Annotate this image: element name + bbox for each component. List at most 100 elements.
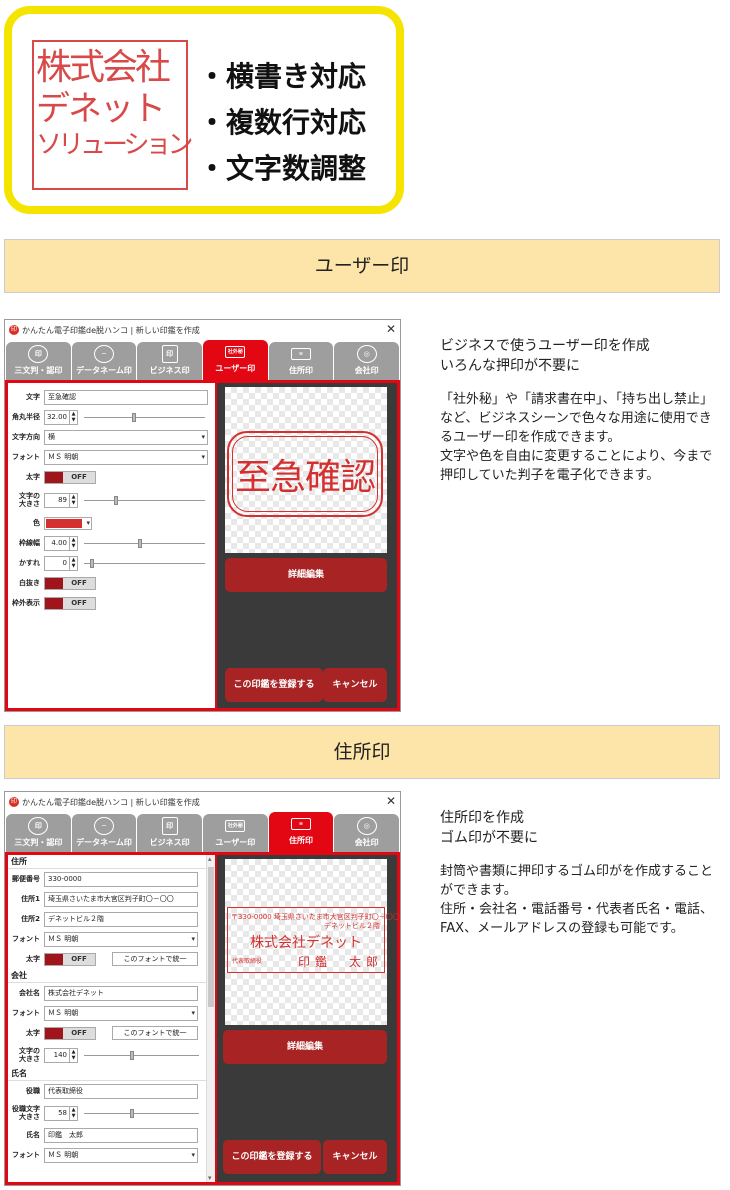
tab-dataname[interactable]: ─ データネーム印	[71, 342, 137, 380]
bold-toggle[interactable]: OFF	[44, 470, 96, 484]
close-icon[interactable]: ✕	[386, 794, 396, 808]
feature-item: ・文字数調整	[198, 152, 367, 185]
company-bold-toggle[interactable]: OFF	[44, 1026, 96, 1040]
row-border: 枠線幅 4.00 ▲ ▼	[8, 533, 215, 553]
tab-label: 会社印	[354, 838, 379, 847]
cancel-button[interactable]: キャンセル	[323, 668, 387, 702]
row-name-font: フォント ＭＳ 明朝	[8, 1145, 215, 1165]
row-bold: 太字 OFF このフォントで統一	[8, 949, 215, 969]
label: 白抜き	[19, 579, 40, 587]
label: 会社名	[19, 989, 40, 997]
size-spinner[interactable]: 89 ▲ ▼	[44, 492, 78, 508]
detail-edit-button[interactable]: 詳細編集	[223, 1030, 387, 1064]
tab-business[interactable]: 印ビジネス印	[137, 342, 203, 380]
label: フォント	[12, 1151, 40, 1159]
font-select[interactable]: ＭＳ 明朝	[44, 449, 208, 465]
border-spinner[interactable]: 4.00 ▲ ▼	[44, 535, 78, 551]
tab-label: ビジネス印	[149, 366, 190, 375]
tab-company[interactable]: ◎ 会社印	[334, 342, 400, 380]
tab-company[interactable]: ◎ 会社印	[334, 814, 400, 852]
size-slider[interactable]	[84, 495, 205, 505]
frame-toggle[interactable]: OFF	[44, 596, 96, 610]
label: 枠線幅	[19, 539, 40, 547]
slider-thumb[interactable]	[130, 1050, 134, 1060]
row-bold: 太字 OFF	[8, 467, 215, 487]
company-unify-font-button[interactable]: このフォントで統一	[112, 1026, 198, 1040]
title-input[interactable]: 代表取締役	[44, 1083, 198, 1099]
spinner-arrows-icon[interactable]: ▲ ▼	[70, 535, 78, 551]
window-titlebar: 印 かんたん電子印鑑de脱ハンコ | 新しい印鑑を作成 ✕	[5, 320, 400, 340]
outline-toggle[interactable]: OFF	[44, 576, 96, 590]
toggle-knob	[45, 597, 63, 609]
spinner-value[interactable]: 32.00	[44, 409, 70, 425]
cancel-button[interactable]: キャンセル	[323, 1140, 387, 1174]
spinner-arrows-icon[interactable]: ▲ ▼	[70, 409, 78, 425]
name-font-select[interactable]: ＭＳ 明朝	[44, 1147, 198, 1163]
label-line: 文字の	[19, 1047, 40, 1055]
spinner-value[interactable]: 0	[44, 555, 70, 571]
slider-thumb[interactable]	[132, 412, 137, 422]
tab-address[interactable]: ≡ 住所印	[268, 342, 334, 380]
label: 住所1	[21, 895, 40, 903]
tab-label: データネーム印	[76, 838, 132, 847]
title-size-spinner[interactable]: 58 ▲ ▼	[44, 1105, 78, 1121]
stamp-preview-canvas: 〒330-0000 埼玉県さいたま市大宮区判子町〇－〇〇 デネットビル２階 株式…	[225, 859, 400, 1025]
settings-form: 文字至急確認 角丸半径32.00▲▼ 文字方向横 フォントＭＳ 明朝 太字OFF…	[8, 383, 217, 708]
register-button[interactable]: この印鑑を登録する	[225, 668, 323, 702]
tab-sanmon[interactable]: 印三文判・認印	[6, 342, 71, 380]
slider-thumb[interactable]	[90, 558, 95, 568]
register-button[interactable]: この印鑑を登録する	[223, 1140, 321, 1174]
app-window-address: 印 かんたん電子印鑑de脱ハンコ | 新しい印鑑を作成 ✕ 印三文判・認印 ─ デ…	[4, 791, 401, 1186]
close-icon[interactable]: ✕	[386, 322, 396, 336]
blur-spinner[interactable]: 0 ▲ ▼	[44, 555, 78, 571]
spinner-arrows-icon[interactable]: ▲ ▼	[70, 1105, 78, 1121]
tab-business[interactable]: 印ビジネス印	[137, 814, 203, 852]
body-text: 文字や色を自由に変更することにより、今まで押印していた判子を電子化できます。	[440, 449, 713, 483]
slider-thumb[interactable]	[138, 538, 143, 548]
stamp-name: 印鑑 太郎	[298, 955, 384, 969]
spinner-arrows-icon[interactable]: ▲ ▼	[70, 1047, 78, 1063]
spinner-value[interactable]: 58	[44, 1105, 70, 1121]
square-stamp-sample: 株式会社 デネット ソリューション	[32, 40, 193, 190]
direction-select[interactable]: 横	[44, 429, 208, 445]
zip-input[interactable]: 330-0000	[44, 871, 198, 887]
color-picker[interactable]	[44, 516, 92, 530]
slider-thumb[interactable]	[130, 1108, 134, 1118]
blur-slider[interactable]	[84, 558, 205, 568]
spinner-value[interactable]: 140	[44, 1047, 70, 1063]
detail-edit-button[interactable]: 詳細編集	[225, 558, 387, 592]
spinner-arrows-icon[interactable]: ▲ ▼	[70, 492, 78, 508]
company-size-slider[interactable]	[84, 1050, 199, 1060]
corner-spinner[interactable]: 32.00 ▲ ▼	[44, 409, 78, 425]
address2-input[interactable]: デネットビル２階	[44, 911, 198, 927]
user-lead: ビジネスで使うユーザー印を作成 いろんな押印が不要に	[440, 336, 720, 376]
stamp-address-line: デネットビル２階	[324, 922, 380, 930]
name-input[interactable]: 印鑑 太郎	[44, 1127, 198, 1143]
spinner-value[interactable]: 89	[44, 492, 70, 508]
slider-thumb[interactable]	[114, 495, 119, 505]
border-slider[interactable]	[84, 538, 205, 548]
company-seal-icon: ◎	[356, 345, 377, 363]
tab-address[interactable]: ≡ 住所印	[268, 812, 334, 852]
company-input[interactable]: 株式会社デネット	[44, 985, 198, 1001]
font-select[interactable]: ＭＳ 明朝	[44, 931, 198, 947]
stamp-preview-canvas: 至急確認	[225, 387, 387, 553]
title-size-slider[interactable]	[84, 1108, 199, 1118]
text-input[interactable]: 至急確認	[44, 389, 208, 405]
address1-input[interactable]: 埼玉県さいたま市大宮区判子町〇－〇〇	[44, 891, 198, 907]
tab-sanmon[interactable]: 印三文判・認印	[6, 814, 71, 852]
label-line: 文字の	[19, 492, 40, 500]
company-font-select[interactable]: ＭＳ 明朝	[44, 1005, 198, 1021]
company-size-spinner[interactable]: 140 ▲ ▼	[44, 1047, 78, 1063]
tab-user[interactable]: 社外秘 ユーザー印	[203, 340, 268, 380]
corner-slider[interactable]	[84, 412, 205, 422]
spinner-value[interactable]: 4.00	[44, 535, 70, 551]
unify-font-button[interactable]: このフォントで統一	[112, 952, 198, 966]
label: 文字方向	[12, 433, 40, 441]
tab-dataname[interactable]: ─ データネーム印	[71, 814, 137, 852]
spinner-arrows-icon[interactable]: ▲ ▼	[70, 555, 78, 571]
date-seal-icon: ─	[94, 345, 114, 363]
row-title-size: 役職文字 大きさ 58 ▲ ▼	[8, 1101, 215, 1125]
bold-toggle[interactable]: OFF	[44, 952, 96, 966]
tab-user[interactable]: 社外秘 ユーザー印	[203, 814, 268, 852]
